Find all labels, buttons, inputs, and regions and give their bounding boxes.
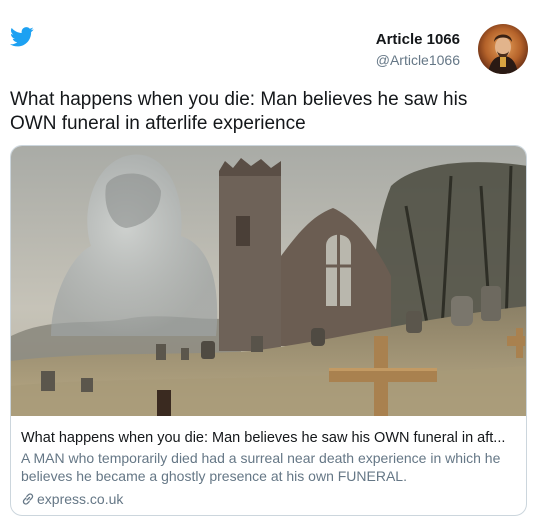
author-handle[interactable]: @Article1066	[376, 51, 460, 69]
author-info[interactable]: Article 1066 @Article1066	[376, 31, 460, 69]
tweet-card: Article 1066 @Article1066 What happens w…	[0, 0, 540, 518]
author-name[interactable]: Article 1066	[376, 31, 460, 49]
link-preview-meta: What happens when you die: Man believes …	[21, 429, 521, 508]
link-preview-description: A MAN who temporarily died had a surreal…	[21, 450, 501, 484]
avatar[interactable]	[478, 24, 528, 74]
link-icon	[22, 493, 34, 505]
link-preview-image[interactable]	[11, 146, 526, 416]
link-preview-card[interactable]: What happens when you die: Man believes …	[10, 145, 527, 516]
twitter-bird-icon[interactable]	[10, 27, 34, 47]
link-preview-domain[interactable]: express.co.uk	[37, 490, 123, 508]
link-preview-title[interactable]: What happens when you die: Man believes …	[21, 429, 521, 447]
link-preview-domain-row: express.co.uk	[21, 490, 521, 508]
tweet-text: What happens when you die: Man believes …	[10, 89, 468, 134]
